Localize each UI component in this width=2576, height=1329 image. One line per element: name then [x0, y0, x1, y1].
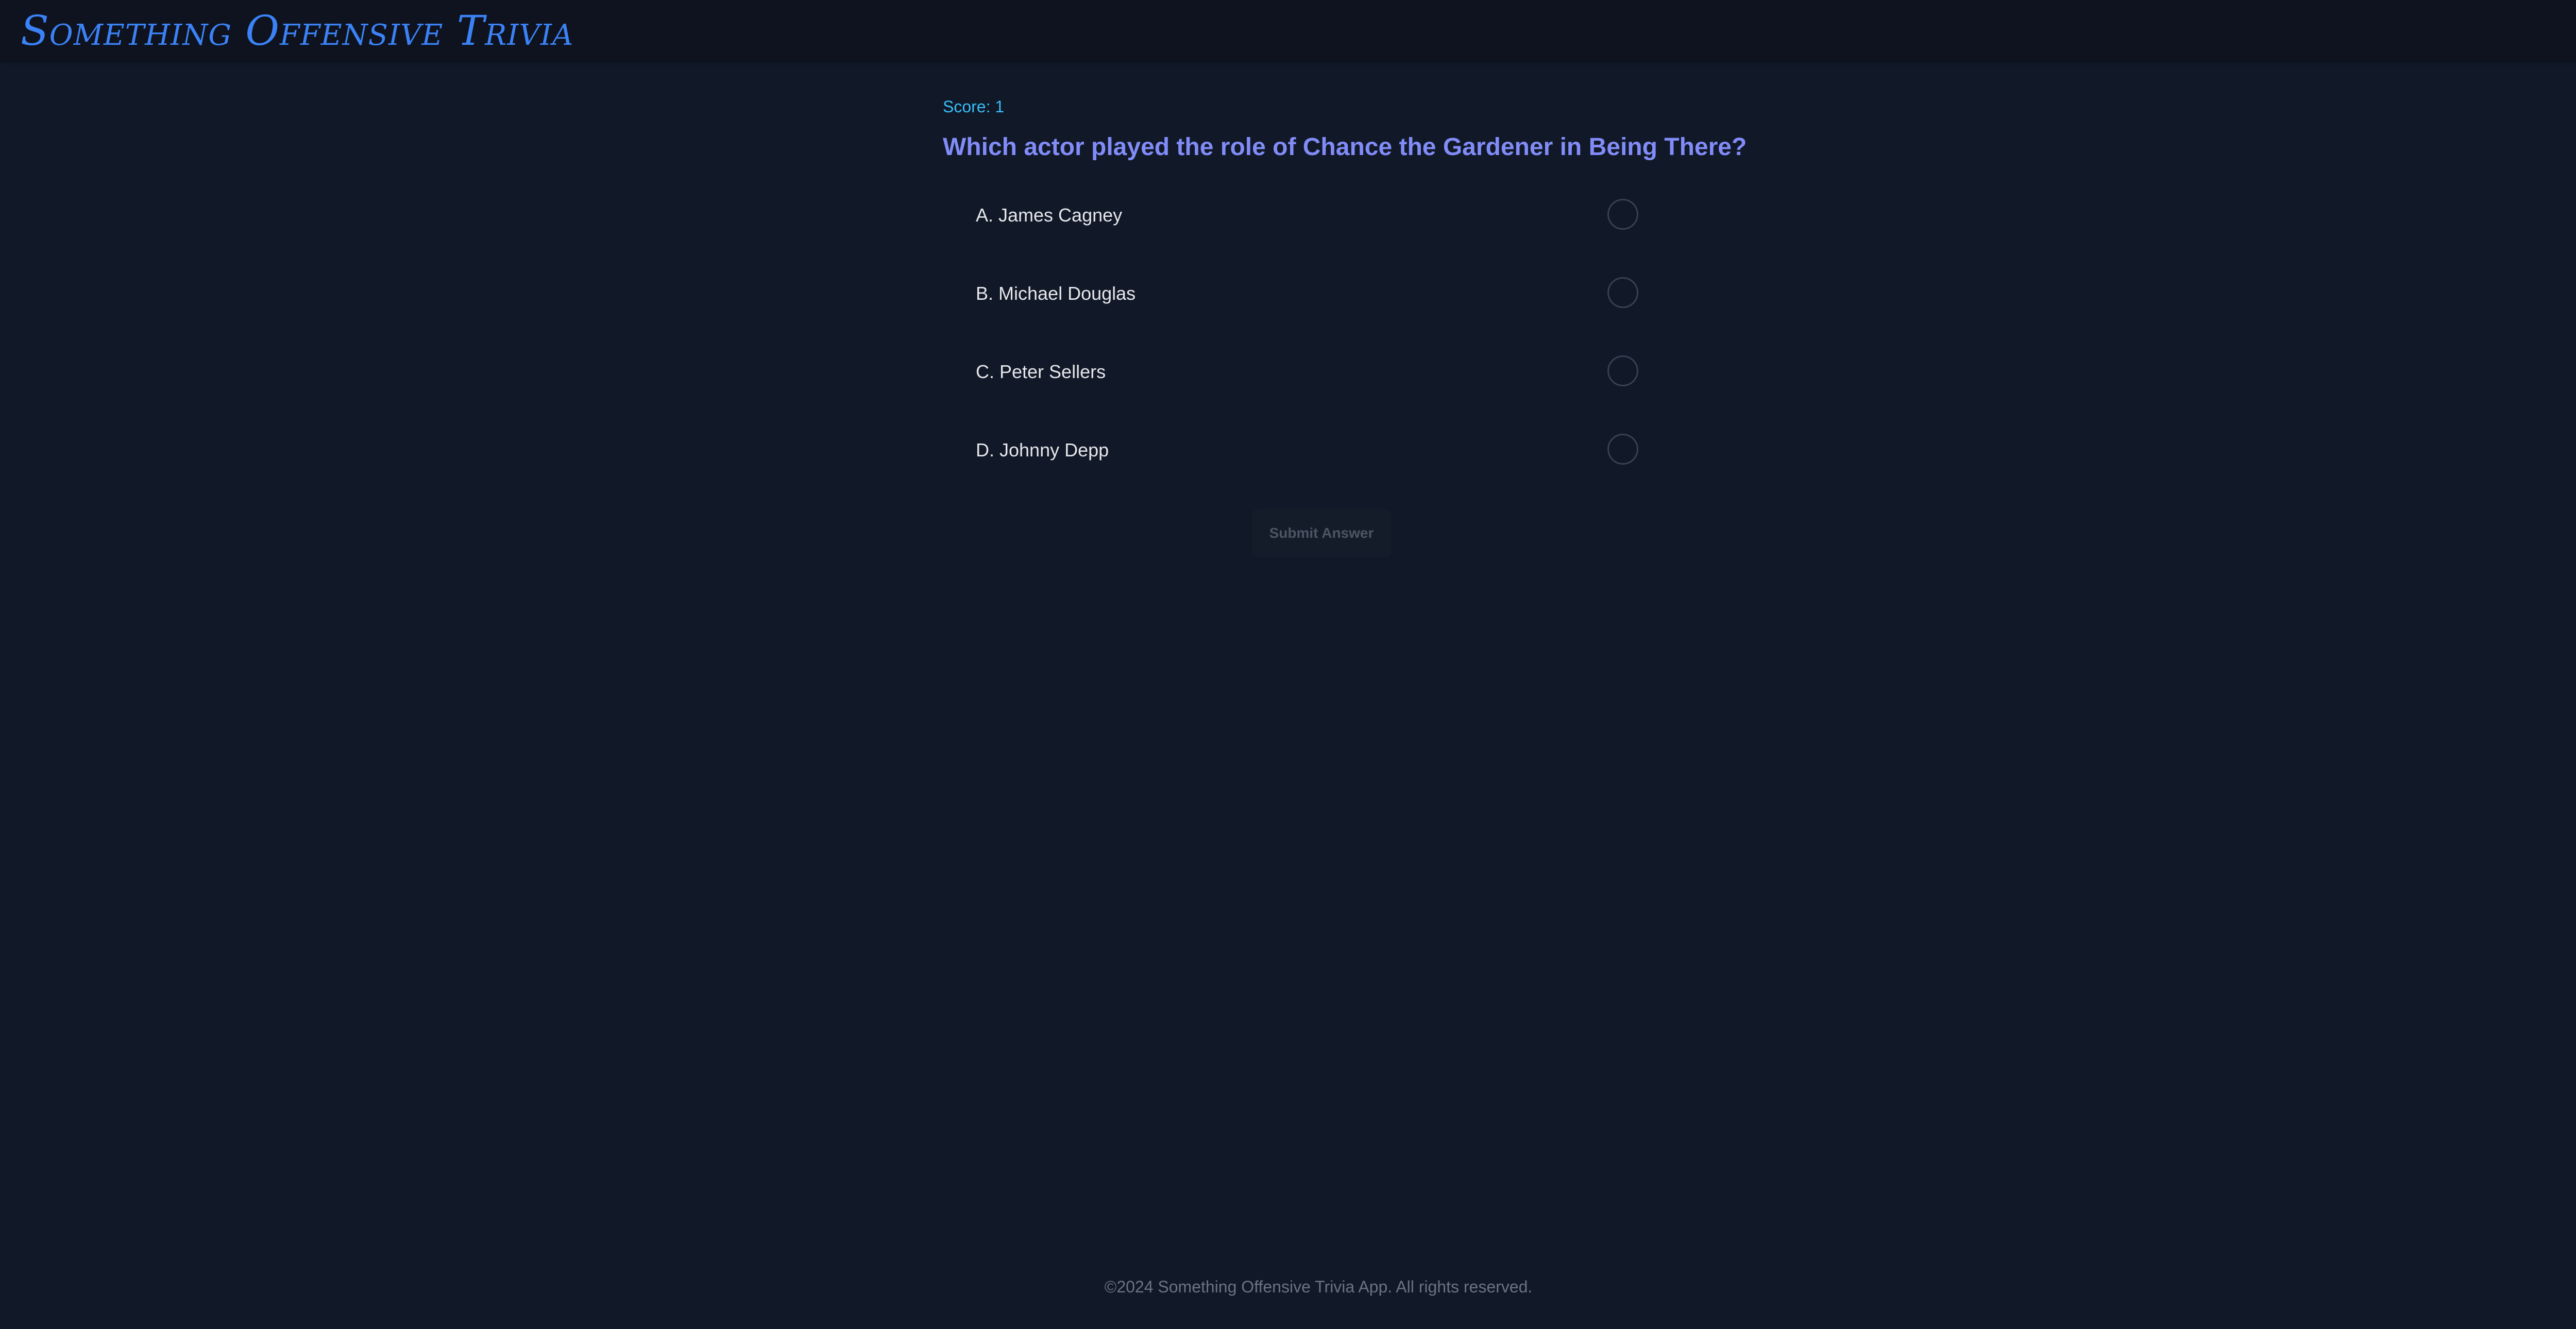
- answer-options: A. James Cagney B. Michael Douglas C. Pe…: [943, 183, 1669, 482]
- score-label: Score: 1: [943, 97, 1005, 116]
- answer-radio-d[interactable]: [1607, 434, 1638, 465]
- answer-option-a[interactable]: A. James Cagney: [943, 183, 1669, 247]
- app-header: Something Offensive Trivia: [0, 0, 2576, 61]
- answer-option-label: D. Johnny Depp: [976, 439, 1109, 461]
- answer-option-d[interactable]: D. Johnny Depp: [943, 418, 1669, 482]
- app-title[interactable]: Something Offensive Trivia: [21, 3, 573, 58]
- answer-radio-b[interactable]: [1607, 277, 1638, 308]
- answer-option-label: B. Michael Douglas: [976, 283, 1136, 304]
- answer-radio-a[interactable]: [1607, 199, 1638, 230]
- question-text: Which actor played the role of Chance th…: [943, 133, 1747, 161]
- quiz-panel: Score: 1 Which actor played the role of …: [943, 93, 1747, 557]
- answer-radio-c[interactable]: [1607, 355, 1638, 386]
- submit-answer-button[interactable]: Submit Answer: [1252, 509, 1391, 557]
- answer-option-label: A. James Cagney: [976, 205, 1123, 226]
- answer-option-label: C. Peter Sellers: [976, 361, 1106, 382]
- answer-option-c[interactable]: C. Peter Sellers: [943, 340, 1669, 404]
- answer-option-b[interactable]: B. Michael Douglas: [943, 262, 1669, 326]
- footer-copyright: ©2024 Something Offensive Trivia App. Al…: [1104, 1277, 1533, 1296]
